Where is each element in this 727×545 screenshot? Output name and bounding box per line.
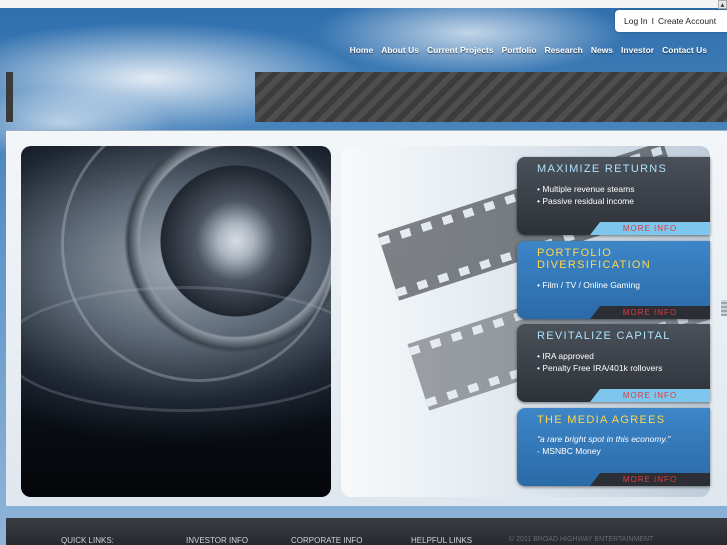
promo-title-line2: DIVERSIFICATION [537, 259, 652, 271]
promo-quote: "a rare bright spot in this economy." [537, 434, 671, 444]
nav-current-projects[interactable]: Current Projects [427, 45, 494, 55]
promo-media-agrees[interactable]: THE MEDIA AGREES "a rare bright spot in … [517, 408, 710, 486]
footer-helpful-links[interactable]: HELPFUL LINKS [411, 536, 472, 545]
promo-revitalize-capital[interactable]: REVITALIZE CAPITAL • IRA approved • Pena… [517, 324, 710, 402]
left-tab-marker [6, 72, 13, 122]
resize-grip-icon[interactable] [721, 300, 727, 316]
nav-news[interactable]: News [591, 45, 613, 55]
nav-research[interactable]: Research [545, 45, 583, 55]
promo-line: • Film / TV / Online Gaming [537, 280, 640, 290]
main-nav: Home About Us Current Projects Portfolio… [350, 45, 707, 55]
footer: QUICK LINKS: INVESTOR INFO CORPORATE INF… [6, 518, 727, 545]
striped-banner-bar [255, 72, 727, 122]
footer-investor-info[interactable]: INVESTOR INFO [186, 536, 248, 545]
login-link[interactable]: Log In [624, 16, 648, 26]
reel-shadow [21, 406, 331, 497]
reel-ring-lower [21, 286, 331, 412]
promo-title-line1: PORTFOLIO [537, 247, 613, 259]
nav-contact-us[interactable]: Contact Us [662, 45, 707, 55]
footer-corporate-info[interactable]: CORPORATE INFO [291, 536, 362, 545]
more-info-button[interactable]: MORE INFO [590, 306, 710, 319]
more-info-button[interactable]: MORE INFO [590, 389, 710, 402]
account-box: Log In I Create Account [615, 10, 727, 32]
login-separator: I [651, 16, 655, 26]
more-info-button[interactable]: MORE INFO [590, 473, 710, 486]
promo-quote-source: - MSNBC Money [537, 446, 601, 456]
film-reel-image [21, 146, 331, 497]
promo-line: • Multiple revenue steams [537, 184, 635, 194]
footer-copyright: © 2011 BROAD HIGHWAY ENTERTAINMENT [509, 536, 654, 543]
promo-maximize-returns[interactable]: MAXIMIZE RETURNS • Multiple revenue stea… [517, 157, 710, 235]
promo-line: • Passive residual income [537, 196, 634, 206]
promo-title: REVITALIZE CAPITAL [537, 330, 671, 342]
nav-investor[interactable]: Investor [621, 45, 654, 55]
create-account-link[interactable]: Create Account [658, 16, 716, 26]
nav-home[interactable]: Home [350, 45, 374, 55]
scroll-up-arrow-icon[interactable]: ▲ [718, 0, 727, 9]
promo-title: THE MEDIA AGREES [537, 414, 666, 426]
footer-quick-links: QUICK LINKS: [61, 536, 114, 545]
promo-line: • IRA approved [537, 351, 594, 361]
promo-portfolio-diversification[interactable]: PORTFOLIO DIVERSIFICATION • Film / TV / … [517, 241, 710, 319]
more-info-button[interactable]: MORE INFO [590, 222, 710, 235]
nav-portfolio[interactable]: Portfolio [502, 45, 537, 55]
promo-line: • Penalty Free IRA/401k rollovers [537, 363, 663, 373]
nav-about-us[interactable]: About Us [381, 45, 419, 55]
promo-title: MAXIMIZE RETURNS [537, 163, 668, 175]
